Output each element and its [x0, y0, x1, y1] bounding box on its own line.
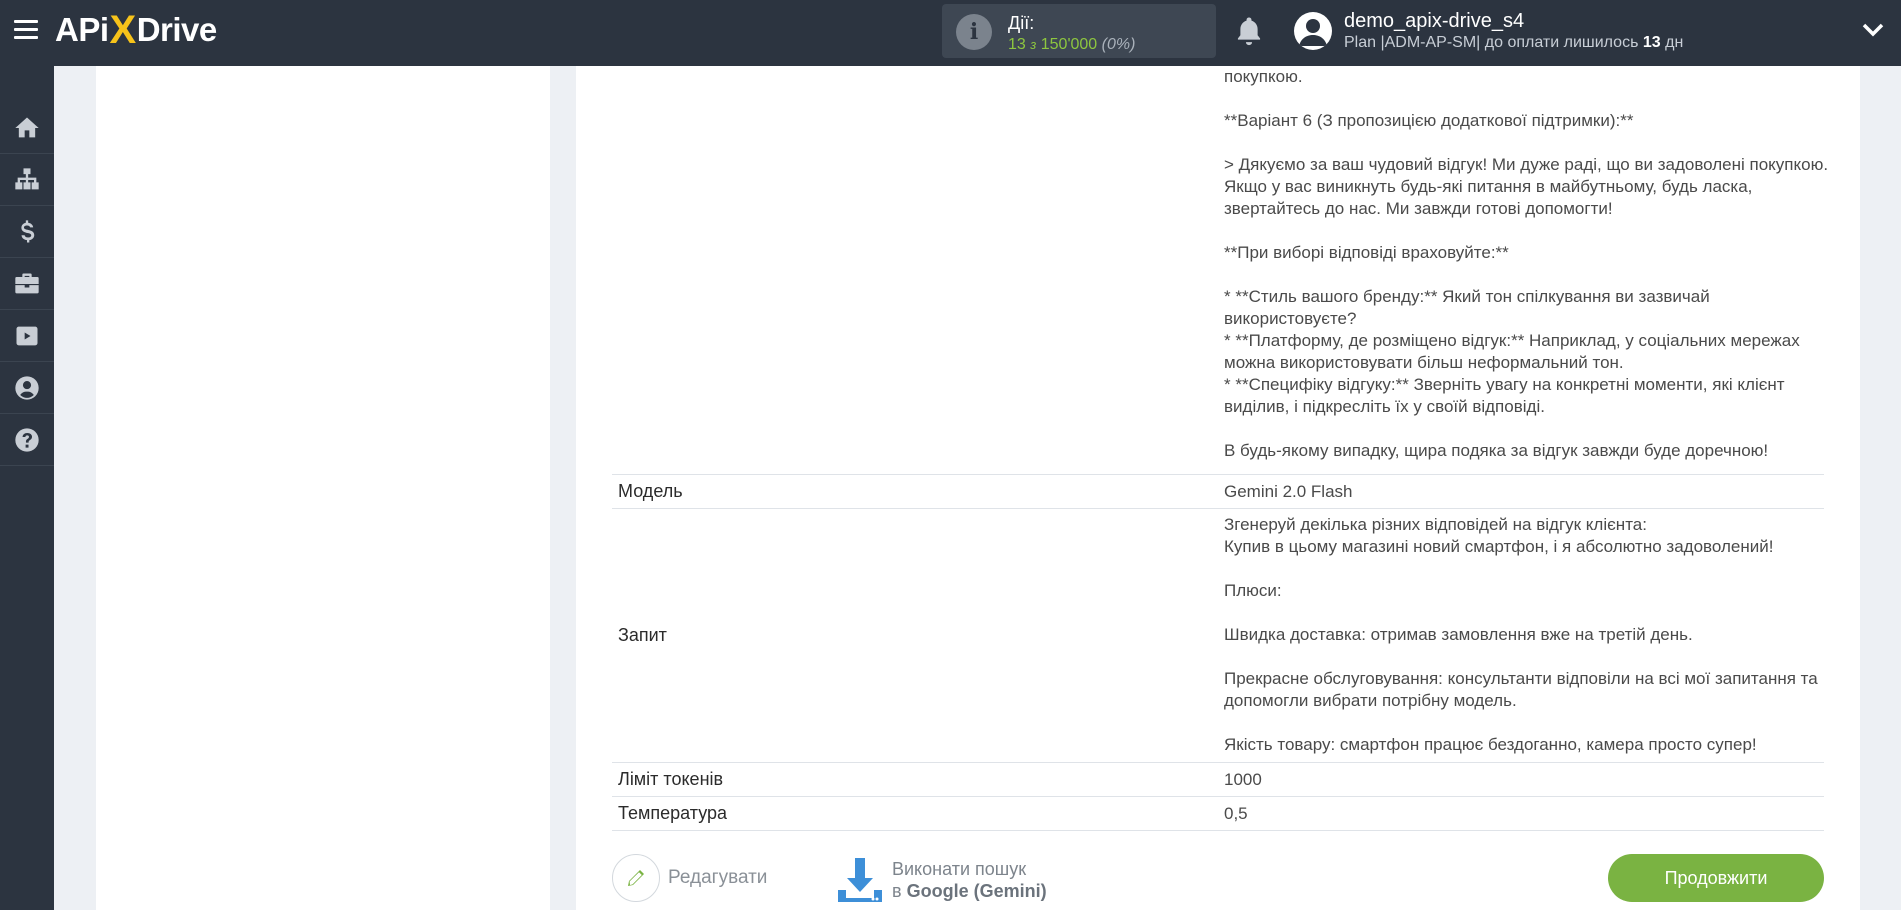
actions-percent: (0%) — [1101, 36, 1136, 53]
sidebar-item-help[interactable] — [0, 414, 54, 466]
temp-value: 0,5 — [1224, 804, 1248, 823]
avatar[interactable] — [1294, 12, 1332, 50]
pencil-icon — [612, 854, 660, 902]
row-model: Модель Gemini 2.0 Flash — [612, 474, 1824, 508]
tokens-label: Ліміт токенів — [618, 769, 724, 789]
logo-text-left: APi — [55, 11, 109, 48]
response-text: покупкою. **Варіант 6 (З пропозицією дод… — [1224, 67, 1829, 460]
sidebar — [0, 66, 54, 910]
sidebar-item-home[interactable] — [0, 102, 54, 154]
model-value: Gemini 2.0 Flash — [1224, 482, 1353, 501]
actions-of: з — [1030, 37, 1037, 52]
actions-used: 13 — [1008, 36, 1026, 53]
continue-button[interactable]: Продовжити — [1608, 854, 1824, 902]
tokens-value: 1000 — [1224, 770, 1262, 789]
row-temperature: Температура 0,5 — [612, 796, 1824, 831]
sidebar-item-billing[interactable] — [0, 206, 54, 258]
run-search-line1: Виконати пошук — [892, 859, 1027, 879]
sidebar-item-profile[interactable] — [0, 362, 54, 414]
help-icon — [15, 427, 39, 452]
user-plan: Plan |ADM-AP-SM| до оплати лишилось 13 д… — [1344, 34, 1683, 52]
temp-label: Температура — [618, 803, 728, 823]
query-label: Запит — [618, 625, 667, 645]
menu-icon[interactable] — [14, 20, 38, 42]
apix-drive-logo[interactable]: APi X Drive — [55, 7, 218, 52]
actions-count: 13 з 150'000 (0%) — [1008, 36, 1135, 54]
download-icon — [838, 858, 882, 902]
logo-text-right: Drive — [136, 11, 218, 48]
user-name[interactable]: demo_apix-drive_s4 — [1344, 10, 1524, 33]
run-search-text: Виконати пошук в Google (Gemini) — [892, 858, 1047, 902]
edit-button[interactable]: Редагувати — [612, 854, 767, 902]
actions-label: Дії: — [1008, 13, 1035, 33]
chevron-down-icon[interactable] — [1862, 22, 1884, 38]
sidebar-item-services[interactable] — [0, 258, 54, 310]
run-search-service: Google (Gemini) — [906, 881, 1047, 901]
row-query: Запит Згенеруй декілька різних відповіде… — [612, 508, 1824, 762]
sidebar-item-video[interactable] — [0, 310, 54, 362]
sitemap-icon — [15, 167, 39, 189]
run-search-prefix: в — [892, 881, 902, 901]
logo-x: X — [109, 7, 137, 52]
dollar-icon — [21, 219, 35, 242]
actions-total: 150'000 — [1040, 36, 1098, 53]
home-icon — [15, 117, 39, 137]
info-icon: i — [956, 14, 992, 50]
plan-days: 13 — [1642, 34, 1661, 51]
edit-label: Редагувати — [668, 867, 768, 888]
query-value: Згенеруй декілька різних відповідей на в… — [1224, 515, 1818, 754]
run-search-button[interactable]: Виконати пошук в Google (Gemini) — [836, 856, 1047, 904]
sidebar-item-connections[interactable] — [0, 154, 54, 206]
briefcase-icon — [15, 273, 39, 293]
plan-text: Plan |ADM-AP-SM| до оплати лишилось — [1344, 34, 1639, 51]
model-label: Модель — [618, 481, 683, 501]
top-bar: APi X Drive i Дії: 13 з 150'000 (0%) demo_… — [0, 0, 1901, 66]
youtube-icon — [16, 326, 38, 345]
actions-counter[interactable]: i Дії: 13 з 150'000 (0%) — [942, 4, 1216, 58]
left-panel — [96, 66, 550, 910]
plan-days-unit: дн — [1665, 34, 1684, 51]
user-icon — [15, 375, 39, 400]
bell-icon[interactable] — [1234, 15, 1264, 47]
row-tokens: Ліміт токенів 1000 — [612, 762, 1824, 796]
